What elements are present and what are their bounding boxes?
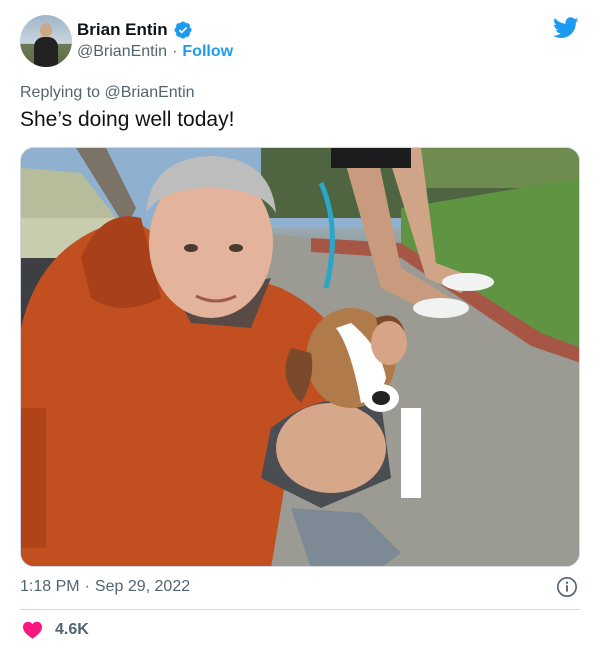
tweet-photo[interactable] xyxy=(20,147,580,567)
info-icon[interactable] xyxy=(556,576,578,598)
like-action[interactable]: 4.6K xyxy=(22,620,89,639)
timestamp-separator: · xyxy=(84,578,90,595)
like-count: 4.6K xyxy=(55,620,89,638)
author-display-name[interactable]: Brian Entin xyxy=(77,20,168,40)
tweet-text: She’s doing well today! xyxy=(20,108,235,131)
avatar-body xyxy=(34,37,58,67)
timestamp-time: 1:18 PM xyxy=(20,578,80,595)
follow-button[interactable]: Follow xyxy=(182,43,233,61)
twitter-bird-icon[interactable] xyxy=(553,17,579,39)
handle-separator: · xyxy=(172,43,178,60)
reply-context[interactable]: Replying to @BrianEntin xyxy=(20,84,195,102)
avatar-head xyxy=(40,23,52,37)
author-handle[interactable]: @BrianEntin xyxy=(77,43,167,61)
footer-divider xyxy=(20,609,580,610)
verified-badge-icon xyxy=(174,21,192,39)
author-name-row: Brian Entin xyxy=(77,20,193,40)
tweet-card: Brian Entin @BrianEntin · Follow Replyin… xyxy=(0,0,600,655)
author-handle-row: @BrianEntin · Follow xyxy=(77,43,233,61)
heart-icon[interactable] xyxy=(22,620,43,639)
author-avatar[interactable] xyxy=(20,15,72,67)
timestamp-date: Sep 29, 2022 xyxy=(94,578,191,595)
photo-illustration xyxy=(21,148,579,566)
tweet-timestamp[interactable]: 1:18 PM · Sep 29, 2022 xyxy=(20,578,190,596)
